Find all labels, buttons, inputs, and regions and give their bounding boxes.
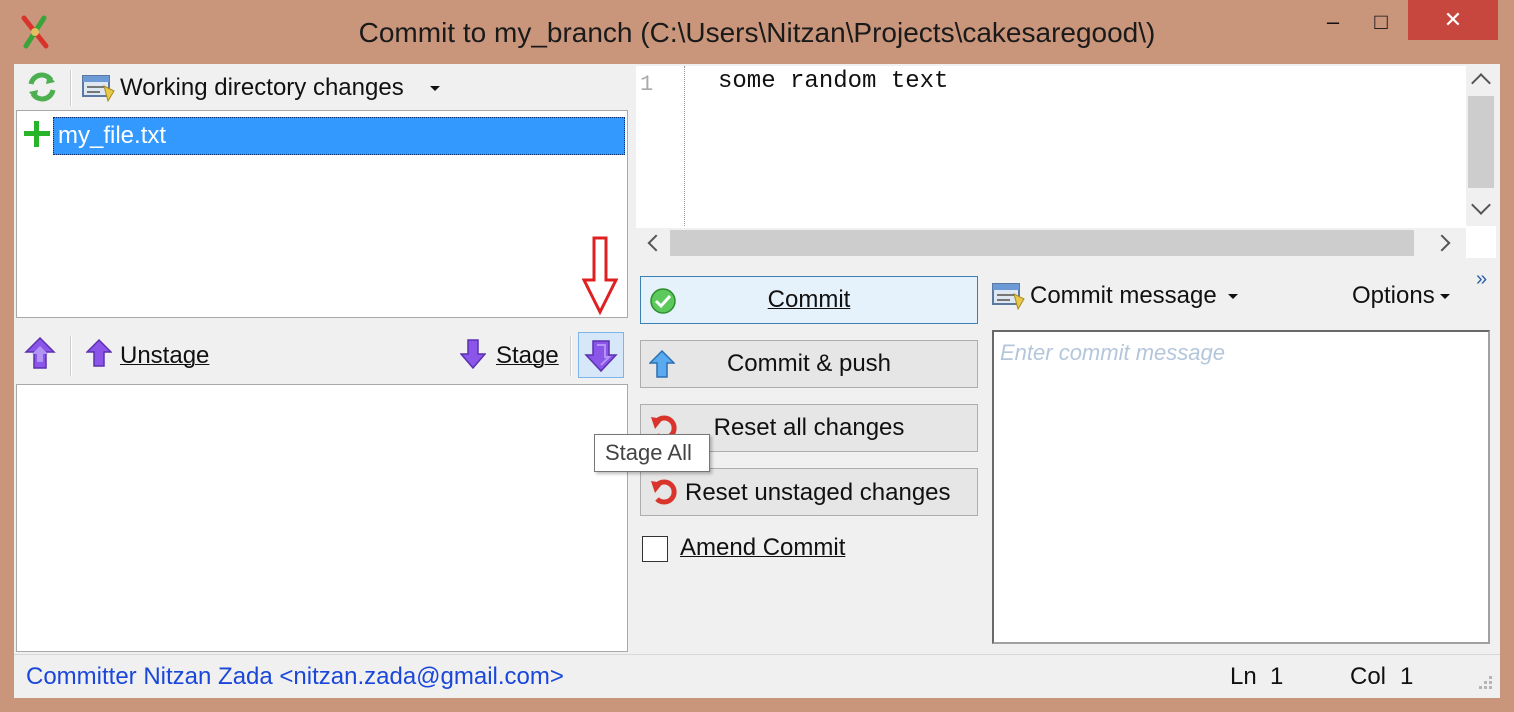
toolbar-separator (70, 70, 72, 106)
scroll-up-icon[interactable] (1471, 73, 1491, 93)
checkbox-box[interactable] (642, 536, 668, 562)
toolbar-overflow-icon[interactable]: » (1476, 268, 1487, 291)
horizontal-scrollbar[interactable] (636, 228, 1466, 258)
added-plus-icon (23, 119, 51, 149)
amend-commit-label: Amend Commit (680, 534, 846, 561)
scrollbar-thumb[interactable] (1468, 96, 1494, 188)
diff-line-text: some random text (718, 68, 949, 95)
working-directory-icon (82, 72, 116, 103)
commit-message-input[interactable]: Enter commit message (992, 330, 1490, 644)
reset-icon (649, 477, 681, 507)
unstaged-file-list[interactable]: my_file.txt (16, 110, 628, 318)
working-directory-dropdown[interactable]: Working directory changes (80, 68, 440, 106)
unstage-all-button[interactable] (24, 336, 56, 372)
working-directory-label: Working directory changes (120, 74, 404, 101)
window-title: Commit to my_branch (C:\Users\Nitzan\Pro… (358, 17, 1156, 48)
line-label: Ln (1230, 663, 1257, 690)
commit-window: Commit to my_branch (C:\Users\Nitzan\Pro… (0, 0, 1514, 712)
stage-arrow-icon (459, 338, 487, 370)
chevron-down-icon (1228, 294, 1238, 299)
chevron-down-icon (1440, 294, 1450, 299)
maximize-button[interactable]: □ (1358, 2, 1404, 42)
unstage-label: Unstage (120, 342, 210, 369)
scroll-right-icon[interactable] (1433, 234, 1451, 252)
amend-commit-checkbox[interactable]: Amend Commit (642, 534, 872, 566)
staged-file-list[interactable] (16, 384, 628, 652)
stage-button[interactable]: Stage (458, 336, 568, 376)
commit-message-label: Commit message (1030, 282, 1217, 309)
line-value: 1 (1270, 663, 1284, 690)
gutter-divider (684, 66, 685, 226)
resize-grip-icon[interactable] (1474, 673, 1494, 693)
reset-unstaged-button[interactable]: Reset unstaged changes (640, 468, 978, 516)
close-button[interactable]: ✕ (1408, 0, 1498, 40)
commit-button[interactable]: Commit (640, 276, 978, 324)
file-selection-highlight: my_file.txt (53, 117, 625, 155)
stage-all-button[interactable] (578, 332, 624, 378)
vertical-scrollbar[interactable] (1466, 66, 1496, 226)
line-number: 1 (640, 72, 654, 97)
chevron-down-icon (430, 86, 440, 91)
stage-all-tooltip: Stage All (594, 434, 710, 472)
reset-unstaged-label: Reset unstaged changes (685, 479, 951, 506)
client-area: Working directory changes my_file.txt Un… (14, 64, 1500, 698)
diff-viewer[interactable]: 1 some random text (636, 66, 1496, 258)
file-name: my_file.txt (58, 122, 167, 149)
red-down-arrow-annotation-icon (581, 236, 619, 316)
status-bar: Committer Nitzan Zada <nitzan.zada@gmail… (14, 654, 1500, 698)
tooltip-text: Stage All (605, 440, 692, 465)
commit-push-label: Commit & push (726, 350, 892, 377)
scroll-left-icon[interactable] (647, 234, 665, 252)
column-value: 1 (1400, 663, 1414, 690)
commit-message-dropdown[interactable]: Commit message (990, 278, 1250, 316)
unstage-arrow-icon (85, 338, 113, 370)
file-list-item[interactable]: my_file.txt (19, 115, 625, 155)
committer-link[interactable]: Committer Nitzan Zada <nitzan.zada@gmail… (26, 663, 564, 691)
commit-message-placeholder: Enter commit message (1000, 340, 1225, 365)
commit-push-button[interactable]: Commit & push (640, 340, 978, 388)
toolbar-separator (570, 336, 572, 376)
commit-message-icon (992, 280, 1026, 311)
options-label: Options (1352, 282, 1435, 309)
refresh-icon[interactable] (24, 70, 60, 104)
minimize-button[interactable]: – (1310, 2, 1356, 42)
unstage-button[interactable]: Unstage (84, 336, 224, 376)
commit-label: Commit (767, 286, 851, 313)
scrollbar-thumb[interactable] (670, 230, 1414, 256)
options-dropdown[interactable]: Options (1350, 278, 1462, 316)
stage-label: Stage (496, 342, 559, 369)
scroll-down-icon[interactable] (1471, 195, 1491, 215)
column-label: Col (1350, 663, 1387, 690)
toolbar-separator (70, 336, 72, 376)
